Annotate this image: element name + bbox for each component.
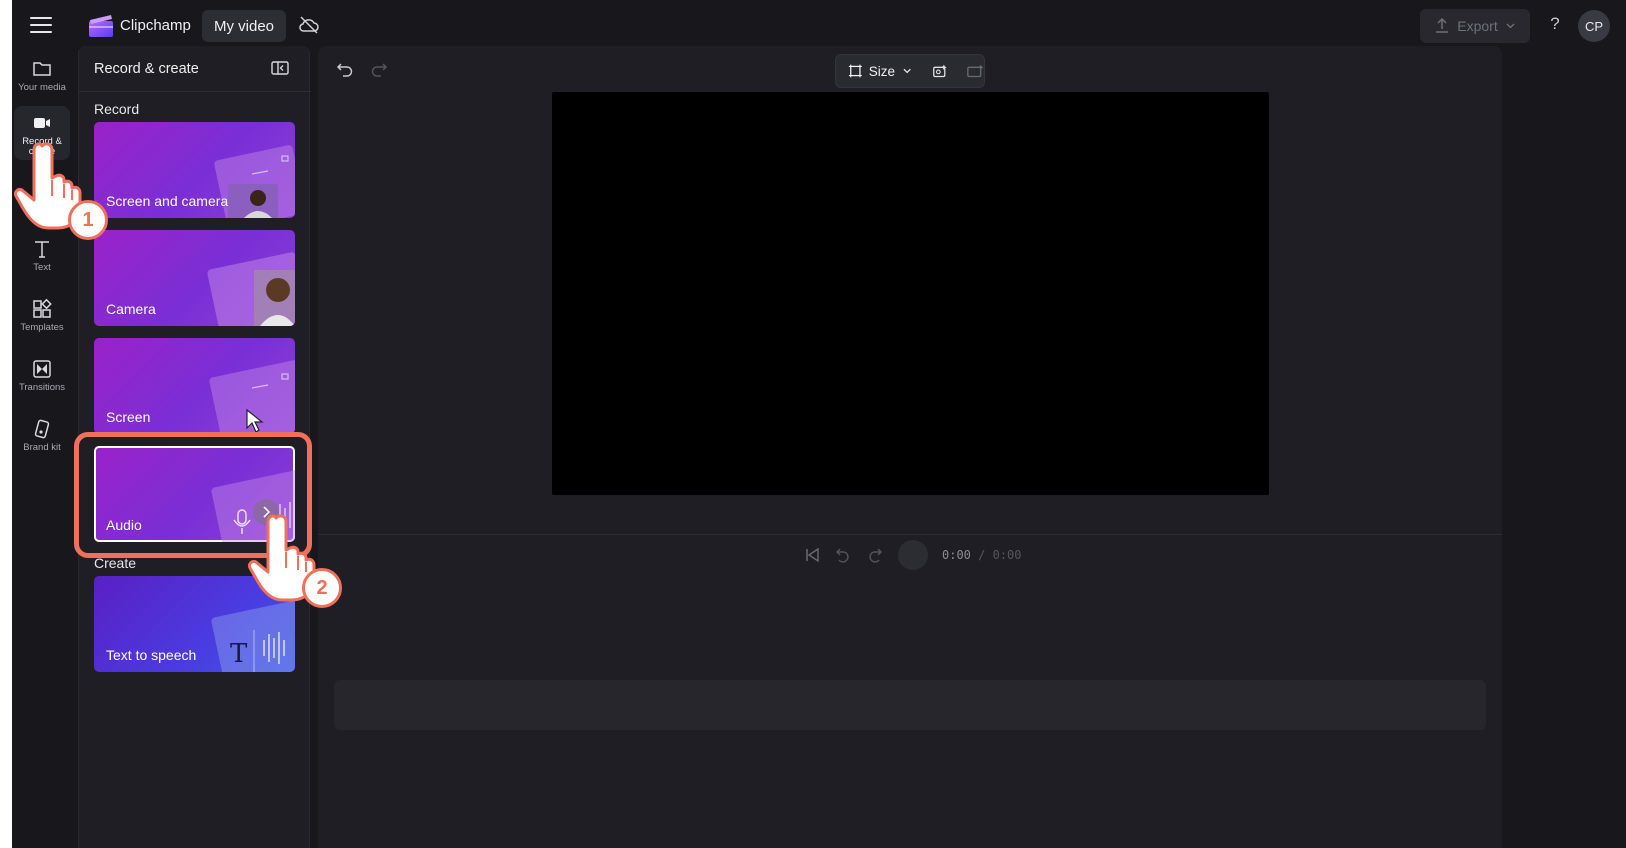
rail-label: Brand kit [23, 442, 61, 453]
text-icon [35, 241, 49, 258]
upload-icon [1436, 18, 1449, 33]
card-label: Camera [106, 301, 156, 317]
rail-label: Your media [18, 82, 66, 93]
chevron-down-icon [903, 68, 911, 74]
cloud-offline-icon[interactable] [298, 15, 320, 35]
record-create-panel: Record & create Record Screen and camera [78, 46, 311, 848]
create-section-label: Create [94, 555, 137, 571]
play-button[interactable] [898, 540, 928, 570]
time-display: 0:00 / 0:00 [942, 548, 1022, 562]
project-title[interactable]: My video [202, 10, 286, 42]
size-button[interactable]: Size [869, 64, 895, 79]
help-icon[interactable]: ? [1545, 14, 1565, 36]
clipchamp-logo-icon [89, 15, 113, 37]
rail-label: Record & create [22, 136, 62, 157]
brand-kit-icon [34, 419, 50, 439]
video-camera-icon [34, 118, 50, 128]
forward-5-icon[interactable] [866, 546, 884, 564]
playback-controls: 0:00 / 0:00 [804, 540, 1022, 570]
rail-label: Transitions [18, 382, 66, 393]
rail-item-text[interactable]: Text [14, 232, 70, 286]
transitions-icon [33, 360, 51, 378]
rail-item-templates[interactable]: Templates [14, 292, 70, 346]
avatar[interactable]: CP [1578, 10, 1610, 42]
current-time: 0:00 [942, 548, 971, 562]
editor-main: Size 0:00 / 0:00 [318, 46, 1502, 848]
panel-title: Record & create [94, 61, 199, 77]
timeline-track[interactable] [334, 680, 1486, 730]
record-section-label: Record [94, 101, 140, 117]
templates-icon [33, 298, 52, 318]
canvas-toolbar: Size [835, 54, 985, 88]
card-label: Screen [106, 409, 151, 425]
camera-card[interactable]: Camera [94, 230, 295, 326]
card-label: Screen and camera [106, 193, 229, 209]
top-bar: Clipchamp My video Export ? CP [12, 0, 1626, 50]
brand-name: Clipchamp [120, 17, 191, 34]
screen-and-camera-card[interactable]: Screen and camera [94, 122, 295, 218]
video-preview-canvas[interactable] [552, 92, 1269, 495]
redo-icon[interactable] [370, 60, 388, 78]
chevron-down-icon [1506, 23, 1515, 29]
divider [318, 534, 1502, 535]
step-2-badge: 2 [302, 568, 342, 608]
text-to-speech-card[interactable]: T Text to speech [94, 576, 295, 672]
rail-item-record-create[interactable]: Record & create [14, 106, 70, 160]
export-button[interactable]: Export [1420, 9, 1530, 43]
rail-item-brand-kit[interactable]: Brand kit [14, 412, 70, 466]
rail-item-transitions[interactable]: Transitions [14, 352, 70, 406]
rewind-5-icon[interactable] [834, 546, 852, 564]
time-separator: / [970, 548, 993, 562]
card-label: Audio [106, 517, 142, 533]
folder-icon [33, 62, 51, 76]
background-removal-icon[interactable] [931, 62, 949, 80]
panel-header: Record & create [79, 46, 311, 92]
resize-icon [848, 64, 862, 78]
menu-icon[interactable] [30, 14, 52, 36]
screen-card[interactable]: Screen [94, 338, 295, 434]
collapse-panel-icon[interactable] [271, 60, 289, 76]
rail-item-your-media[interactable]: Your media [14, 52, 70, 106]
audio-card[interactable]: Audio [94, 446, 295, 542]
card-label: Text to speech [106, 647, 197, 663]
skip-back-icon[interactable] [804, 547, 820, 563]
captions-icon[interactable] [966, 62, 984, 80]
svg-text:T: T [230, 639, 248, 669]
export-label: Export [1457, 18, 1498, 34]
rail-label: Templates [20, 322, 64, 333]
undo-icon[interactable] [336, 60, 354, 78]
total-time: 0:00 [992, 548, 1022, 562]
rail-label: Text [33, 262, 51, 273]
left-nav-rail: Your media Record & create Text Template… [12, 50, 78, 848]
step-1-badge: 1 [68, 200, 108, 240]
clipchamp-app: Clipchamp My video Export ? CP Your medi… [12, 0, 1626, 848]
